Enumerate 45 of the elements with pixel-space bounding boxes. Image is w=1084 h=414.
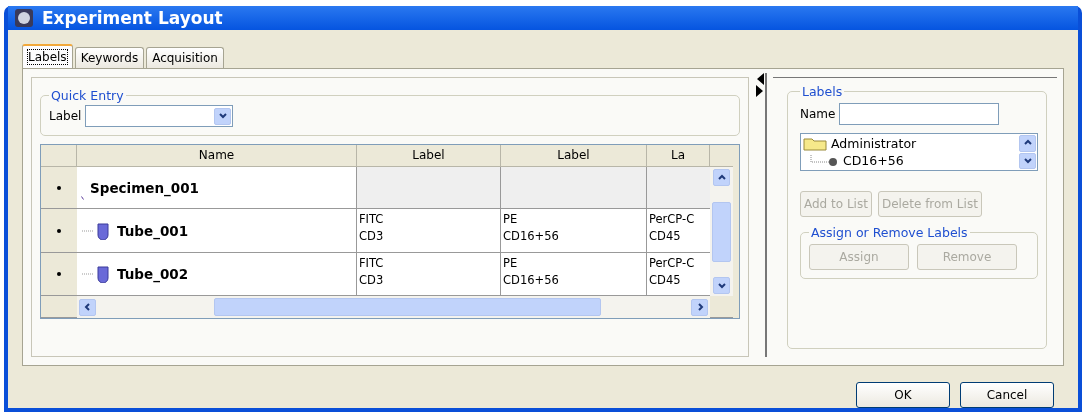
tab[interactable]: Acquisition bbox=[146, 47, 224, 68]
scroll-up-button[interactable] bbox=[1019, 135, 1036, 152]
folder-icon bbox=[803, 136, 827, 151]
scroll-down-button[interactable] bbox=[1019, 152, 1036, 169]
app-icon bbox=[14, 8, 34, 28]
name-input[interactable] bbox=[839, 103, 1000, 125]
dialog-button[interactable]: OK bbox=[856, 382, 950, 408]
scroll-left-button[interactable] bbox=[79, 298, 96, 316]
table-cell: PerCP-C CD45 bbox=[647, 209, 710, 253]
table-cell: PerCP-C CD45 bbox=[647, 253, 710, 296]
table-cell: FITC CD3 bbox=[357, 253, 501, 296]
table-cell: PE CD16+56 bbox=[501, 253, 647, 296]
row-marker-icon bbox=[57, 272, 61, 276]
tree-item[interactable]: CD16+56 bbox=[803, 152, 1016, 169]
tree-item[interactable]: Administrator bbox=[803, 135, 1016, 152]
tab[interactable]: Labels bbox=[22, 44, 73, 68]
tree-line-icon bbox=[81, 196, 84, 200]
column-header[interactable]: La bbox=[647, 145, 710, 167]
group-title: Quick Entry bbox=[50, 88, 125, 103]
scroll-right-button[interactable] bbox=[691, 298, 708, 316]
name-cell[interactable]: Tube_002 bbox=[77, 253, 357, 296]
group-title: Labels bbox=[801, 84, 844, 99]
name-cell[interactable]: Specimen_001 bbox=[77, 167, 357, 209]
collapse-arrows-icon[interactable] bbox=[756, 73, 764, 97]
scroll-up-button[interactable] bbox=[713, 169, 730, 186]
scroll-down-button[interactable] bbox=[214, 107, 232, 125]
tab[interactable]: Keywords bbox=[74, 47, 145, 68]
scroll-down-button[interactable] bbox=[713, 277, 730, 294]
dialog-button[interactable]: Cancel bbox=[960, 382, 1054, 408]
scrollbar-thumb[interactable] bbox=[712, 201, 731, 262]
row-marker-icon bbox=[57, 185, 61, 190]
column-header[interactable]: Label bbox=[357, 145, 501, 167]
table-cell: FITC CD3 bbox=[357, 209, 501, 253]
window-title: Experiment Layout bbox=[42, 8, 223, 28]
row-marker-icon bbox=[57, 228, 61, 233]
group-title: Assign or Remove Labels bbox=[810, 225, 969, 240]
tube-icon bbox=[81, 221, 111, 240]
field-label: Label bbox=[49, 109, 82, 123]
tube-icon bbox=[81, 265, 111, 283]
column-header[interactable]: Name bbox=[77, 145, 357, 167]
name-cell[interactable]: Tube_001 bbox=[77, 209, 357, 253]
table-cell: PE CD16+56 bbox=[501, 209, 647, 253]
field-label: Name bbox=[800, 107, 836, 121]
scrollbar-thumb[interactable] bbox=[214, 298, 601, 316]
column-header[interactable]: Label bbox=[501, 145, 647, 167]
